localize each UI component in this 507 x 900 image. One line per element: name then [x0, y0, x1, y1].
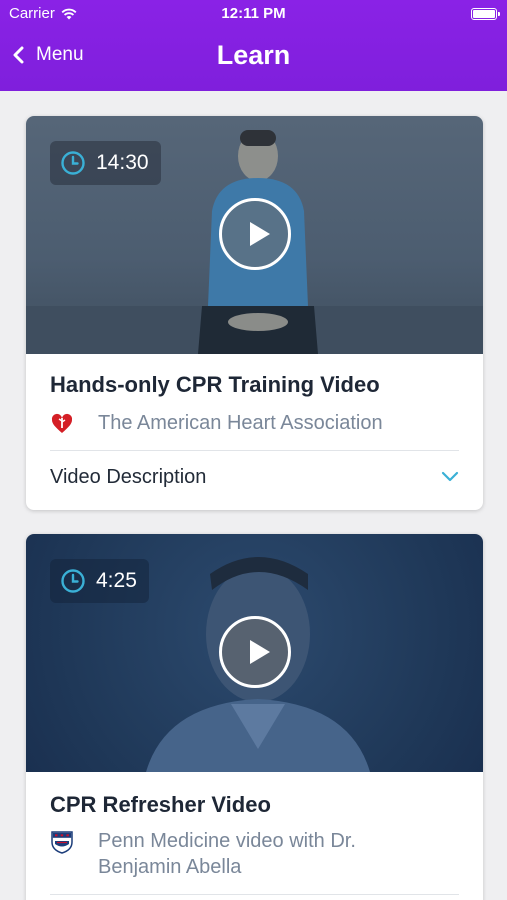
- clock-icon: [61, 569, 85, 593]
- video-source: The American Heart Association: [50, 410, 428, 436]
- video-card: 4:25 CPR Refresher Video Penn Medicine v…: [26, 534, 483, 900]
- divider: [50, 450, 459, 451]
- play-icon: [250, 640, 270, 664]
- duration-label: 4:25: [96, 569, 137, 592]
- duration-label: 14:30: [96, 151, 149, 174]
- video-description-label: Video Description: [50, 465, 207, 488]
- video-thumbnail[interactable]: 14:30: [26, 116, 483, 354]
- chevron-down-icon: [441, 471, 459, 482]
- play-button[interactable]: [219, 616, 291, 688]
- penn-shield-logo-icon: [51, 831, 73, 854]
- duration-badge: 4:25: [50, 559, 149, 603]
- clock-icon: [61, 151, 85, 175]
- duration-badge: 14:30: [50, 141, 161, 185]
- status-time: 12:11 PM: [221, 5, 286, 22]
- play-icon: [250, 222, 270, 246]
- heart-logo-icon: [51, 413, 73, 433]
- video-card: 14:30 Hands-only CPR Training Video The …: [26, 116, 483, 510]
- video-source-label: The American Heart Association: [98, 412, 383, 434]
- video-description-toggle[interactable]: Video Description: [50, 462, 459, 492]
- battery-level-fill: [473, 10, 495, 18]
- video-thumbnail[interactable]: 4:25: [26, 534, 483, 772]
- video-source: Penn Medicine video with Dr. Benjamin Ab…: [50, 828, 428, 880]
- play-button[interactable]: [219, 198, 291, 270]
- video-source-label: Penn Medicine video with Dr. Benjamin Ab…: [98, 830, 356, 878]
- app-header: Carrier 12:11 PM Menu Learn: [0, 0, 507, 91]
- video-title: CPR Refresher Video: [50, 792, 271, 817]
- page-title: Learn: [216, 40, 291, 70]
- battery-icon: [471, 8, 500, 20]
- divider: [50, 894, 459, 895]
- video-title: Hands-only CPR Training Video: [50, 372, 380, 397]
- status-bar: Carrier 12:11 PM: [0, 0, 507, 28]
